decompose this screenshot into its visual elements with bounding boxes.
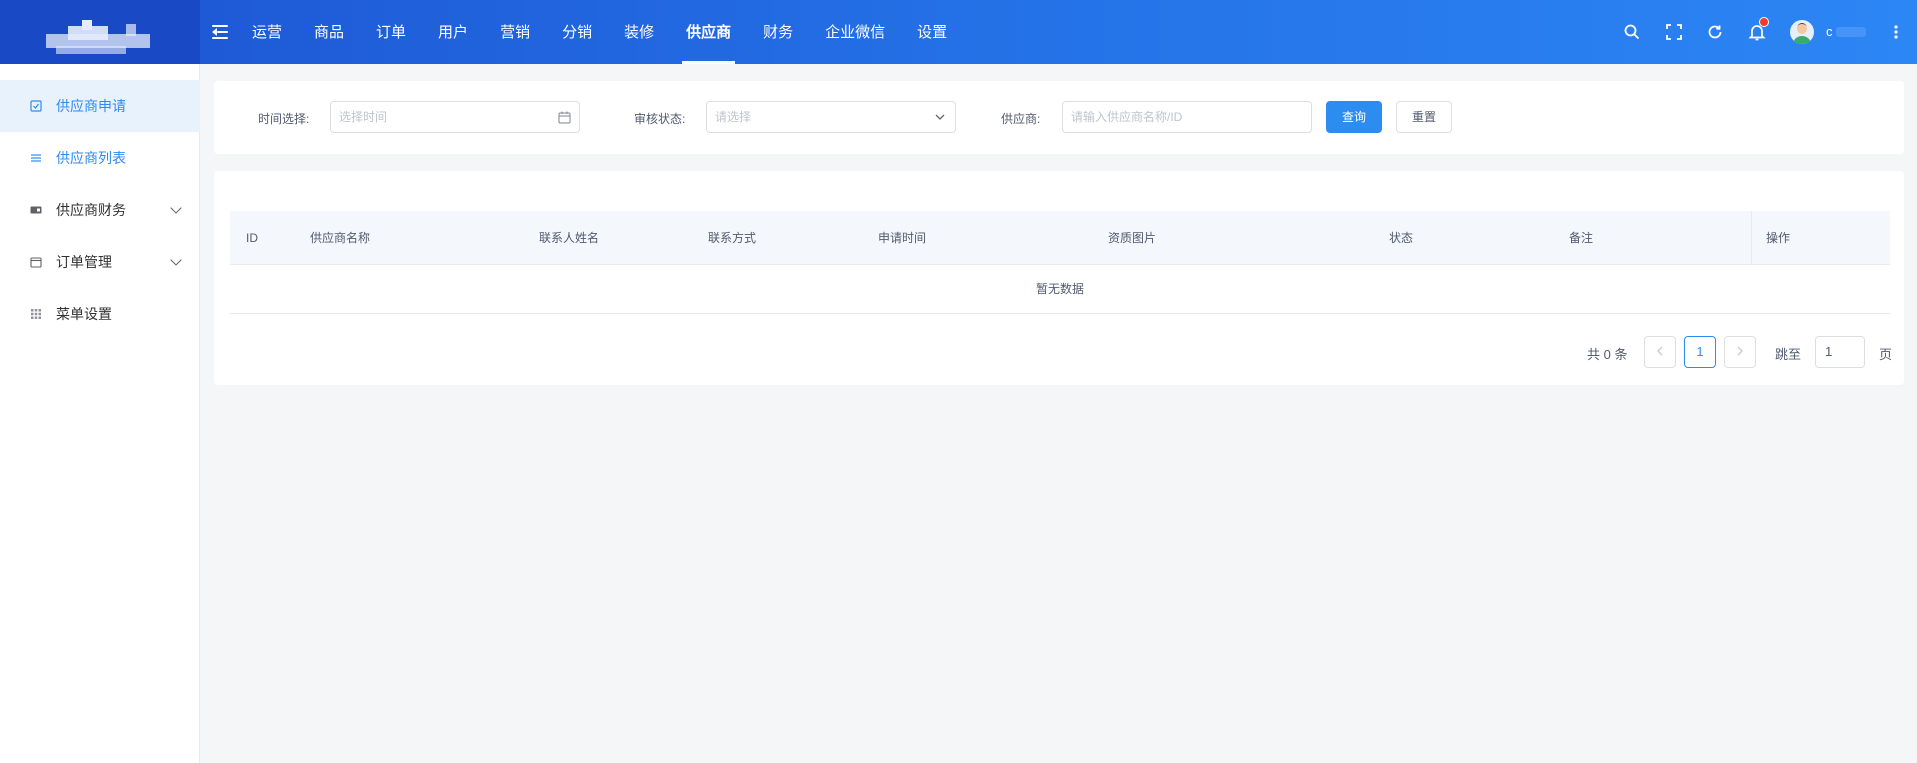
user-avatar[interactable] xyxy=(1790,20,1814,44)
notification-badge xyxy=(1759,17,1769,27)
column-header-id: ID xyxy=(246,231,258,245)
pagination-page-1[interactable]: 1 xyxy=(1684,336,1716,368)
chevron-right-icon xyxy=(1737,346,1743,356)
reset-button[interactable]: 重置 xyxy=(1396,101,1452,133)
column-header-apply-time: 申请时间 xyxy=(878,231,927,245)
nav-decoration[interactable]: 装修 xyxy=(608,0,670,64)
pagination-jump-label: 跳至 xyxy=(1775,347,1802,362)
sidebar-item-order-management[interactable]: 订单管理 xyxy=(0,236,200,288)
status-select[interactable]: 请选择 xyxy=(706,101,956,133)
nav-distribution[interactable]: 分销 xyxy=(546,0,608,64)
calendar-icon xyxy=(558,111,571,124)
column-header-status: 状态 xyxy=(1389,231,1414,245)
pagination-next-button[interactable] xyxy=(1724,336,1756,368)
user-name-blurred xyxy=(1836,27,1866,37)
nav-supplier[interactable]: 供应商 xyxy=(670,0,747,64)
chevron-down-icon xyxy=(935,114,945,120)
main-nav: 运营 商品 订单 用户 营销 分销 装修 供应商 财务 企业微信 设置 xyxy=(236,0,963,64)
column-header-qualification-images: 资质图片 xyxy=(1108,231,1157,245)
nav-marketing[interactable]: 营销 xyxy=(484,0,546,64)
sidebar-item-supplier-list[interactable]: 供应商列表 xyxy=(0,132,200,184)
calendar-icon xyxy=(30,257,42,268)
sidebar-item-menu-settings[interactable]: 菜单设置 xyxy=(0,288,200,340)
sidebar-item-label: 供应商申请 xyxy=(56,98,126,114)
table-empty-row: 暂无数据 xyxy=(230,265,1890,314)
fullscreen-icon[interactable] xyxy=(1664,22,1684,42)
list-icon xyxy=(31,154,41,162)
pagination-prev-button[interactable] xyxy=(1644,336,1676,368)
column-header-contact-method: 联系方式 xyxy=(708,231,757,245)
column-divider xyxy=(1751,211,1752,265)
status-filter-label: 审核状态: xyxy=(634,112,686,126)
query-button[interactable]: 查询 xyxy=(1326,101,1382,133)
sidebar: 供应商申请 供应商列表 供应商财务 订单管理 菜单设置 xyxy=(0,64,200,763)
top-navigation-bar: 运营 商品 订单 用户 营销 分销 装修 供应商 财务 企业微信 设置 c xyxy=(0,0,1917,64)
column-header-supplier-name: 供应商名称 xyxy=(310,231,371,245)
supplier-search-input[interactable]: 请输入供应商名称/ID xyxy=(1062,101,1312,133)
nav-users[interactable]: 用户 xyxy=(422,0,484,64)
column-header-actions: 操作 xyxy=(1766,231,1791,245)
nav-settings[interactable]: 设置 xyxy=(901,0,963,64)
logo-mark xyxy=(46,20,150,54)
check-square-icon xyxy=(30,100,42,112)
column-header-contact-name: 联系人姓名 xyxy=(539,231,600,245)
wallet-icon xyxy=(30,206,42,214)
notification-bell-icon[interactable] xyxy=(1747,17,1769,42)
pagination-page-unit: 页 xyxy=(1879,347,1893,362)
sidebar-item-label: 供应商列表 xyxy=(56,150,126,166)
grid-icon xyxy=(31,309,41,319)
nav-products[interactable]: 商品 xyxy=(298,0,360,64)
menu-fold-icon[interactable] xyxy=(212,24,230,40)
column-header-remark: 备注 xyxy=(1569,231,1594,245)
brand-logo[interactable] xyxy=(0,0,200,64)
more-vertical-icon[interactable] xyxy=(1890,22,1902,42)
nav-operations[interactable]: 运营 xyxy=(236,0,298,64)
chevron-down-icon xyxy=(170,202,182,214)
sidebar-item-label: 订单管理 xyxy=(56,254,112,270)
nav-finance[interactable]: 财务 xyxy=(747,0,809,64)
sidebar-item-label: 菜单设置 xyxy=(56,306,112,322)
sidebar-item-supplier-finance[interactable]: 供应商财务 xyxy=(0,184,200,236)
sidebar-item-supplier-application[interactable]: 供应商申请 xyxy=(0,80,200,132)
user-name[interactable]: c xyxy=(1826,24,1833,39)
refresh-icon[interactable] xyxy=(1705,22,1725,42)
pagination-total: 共 0 条 xyxy=(1587,347,1628,362)
time-filter-label: 时间选择: xyxy=(258,112,310,126)
chevron-left-icon xyxy=(1657,346,1663,356)
sidebar-item-label: 供应商财务 xyxy=(56,202,126,218)
chevron-down-icon xyxy=(170,254,182,266)
table-header: ID 供应商名称 联系人姓名 联系方式 申请时间 资质图片 状态 备注 操作 xyxy=(230,211,1890,265)
search-icon[interactable] xyxy=(1622,22,1642,42)
time-picker-input[interactable]: 选择时间 xyxy=(330,101,580,133)
nav-orders[interactable]: 订单 xyxy=(360,0,422,64)
supplier-filter-label: 供应商: xyxy=(1001,112,1041,126)
nav-wecom[interactable]: 企业微信 xyxy=(809,0,901,64)
pagination-jump-input[interactable]: 1 xyxy=(1815,336,1865,368)
